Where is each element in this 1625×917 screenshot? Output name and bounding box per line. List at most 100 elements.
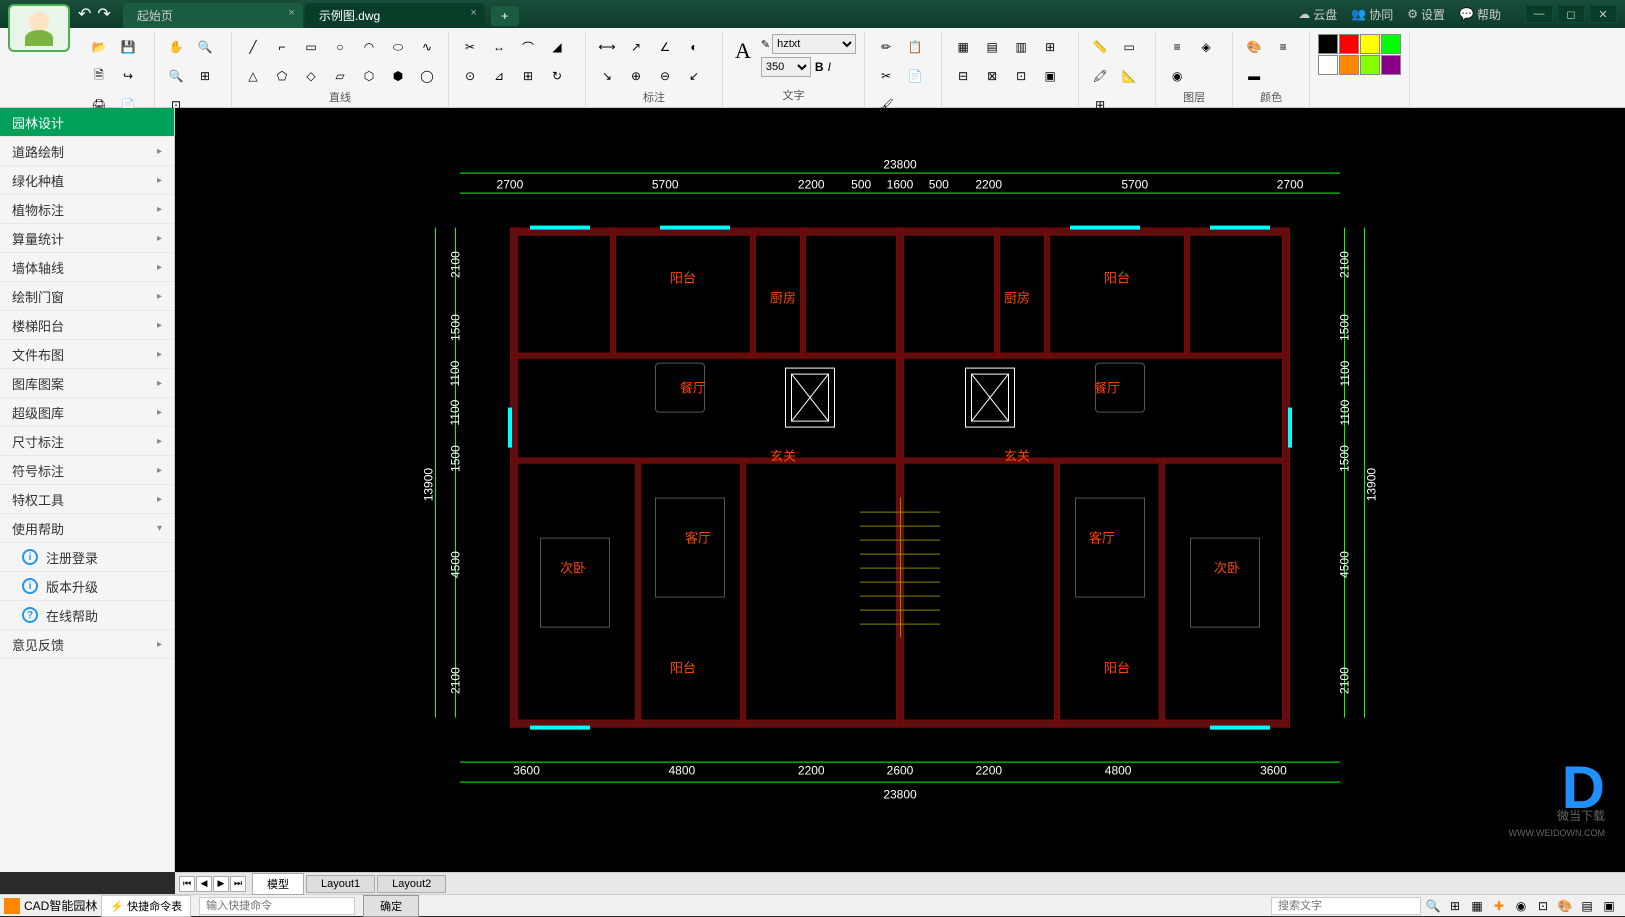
close-button[interactable]: ✕ xyxy=(1589,5,1617,23)
shape1-icon[interactable]: ◇ xyxy=(298,63,324,89)
mirror-icon[interactable]: ⊿ xyxy=(486,63,512,89)
sidebar-item-1[interactable]: 道路绘制▸ xyxy=(0,137,174,166)
settings-button[interactable]: ⚙ 设置 xyxy=(1407,6,1445,23)
arc-icon[interactable]: ◠ xyxy=(356,34,382,60)
layer3-icon[interactable]: ◉ xyxy=(1164,63,1190,89)
shape3-icon[interactable]: ⬡ xyxy=(356,63,382,89)
tab-close-icon[interactable]: × xyxy=(288,7,294,19)
dim4-icon[interactable]: ↙ xyxy=(681,63,707,89)
array-icon[interactable]: ⊞ xyxy=(515,63,541,89)
sidebar-item-12[interactable]: 符号标注▸ xyxy=(0,456,174,485)
font-name-select[interactable]: hztxt xyxy=(772,34,856,54)
drawing-canvas[interactable]: 23800 2700570022005001600500220057002700… xyxy=(175,108,1625,872)
extend-icon[interactable]: ↔ xyxy=(486,34,512,60)
block6-icon[interactable]: ⊠ xyxy=(979,63,1005,89)
block8-icon[interactable]: ▣ xyxy=(1037,63,1063,89)
spline-icon[interactable]: ∿ xyxy=(414,34,440,60)
triangle-icon[interactable]: △ xyxy=(240,63,266,89)
sidebar-item-5[interactable]: 墙体轴线▸ xyxy=(0,253,174,282)
color-swatch[interactable] xyxy=(1360,34,1380,54)
cut-icon[interactable]: ✂ xyxy=(873,63,899,89)
tab-example-dwg[interactable]: 示例图.dwg × xyxy=(305,3,485,28)
open-icon[interactable]: 📂 xyxy=(86,34,112,60)
sidebar-help-login[interactable]: i注册登录 xyxy=(0,543,174,572)
layout-tab-model[interactable]: 模型 xyxy=(252,873,304,895)
sidebar-item-7[interactable]: 楼梯阳台▸ xyxy=(0,311,174,340)
layout-first-button[interactable]: ⏮ xyxy=(179,876,195,892)
color-swatch[interactable] xyxy=(1339,34,1359,54)
sidebar-help-online[interactable]: ?在线帮助 xyxy=(0,601,174,630)
color-wheel-icon[interactable]: 🎨 xyxy=(1241,34,1267,60)
sidebar-item-6[interactable]: 绘制门窗▸ xyxy=(0,282,174,311)
lineweight-icon[interactable]: ▬ xyxy=(1241,63,1267,89)
tab-start[interactable]: 起始页 × xyxy=(123,3,303,28)
status-snap-icon[interactable]: ⊞ xyxy=(1445,897,1465,915)
dim-aligned-icon[interactable]: ↗ xyxy=(623,34,649,60)
block2-icon[interactable]: ▤ xyxy=(979,34,1005,60)
measure2-icon[interactable]: 📐 xyxy=(1116,63,1142,89)
font-size-select[interactable]: 350 xyxy=(761,57,811,77)
polygon-icon[interactable]: ⬠ xyxy=(269,63,295,89)
status-osnap-icon[interactable]: ⊡ xyxy=(1533,897,1553,915)
hand-icon[interactable]: ✋ xyxy=(163,34,189,60)
sidebar-item-8[interactable]: 文件布图▸ xyxy=(0,340,174,369)
command-input[interactable] xyxy=(199,897,355,915)
export-icon[interactable]: ↪ xyxy=(115,63,141,89)
layout-next-button[interactable]: ▶ xyxy=(213,876,229,892)
sidebar-help-upgrade[interactable]: i版本升级 xyxy=(0,572,174,601)
color-swatch[interactable] xyxy=(1360,55,1380,75)
layout-last-button[interactable]: ⏭ xyxy=(230,876,246,892)
sidebar-item-9[interactable]: 图库图案▸ xyxy=(0,369,174,398)
color-swatch[interactable] xyxy=(1318,34,1338,54)
rotate-icon[interactable]: ↻ xyxy=(544,63,570,89)
linetype-icon[interactable]: ≡ xyxy=(1270,34,1296,60)
status-grid-icon[interactable]: ▦ xyxy=(1467,897,1487,915)
block4-icon[interactable]: ⊞ xyxy=(1037,34,1063,60)
color-swatch[interactable] xyxy=(1318,55,1338,75)
layer-icon[interactable]: ≡ xyxy=(1164,34,1190,60)
color-swatch[interactable] xyxy=(1381,55,1401,75)
search-icon[interactable]: 🔍 xyxy=(1423,897,1443,915)
undo-button[interactable]: ↶ xyxy=(78,4,91,24)
fillet-icon[interactable]: ⌒ xyxy=(515,34,541,60)
bold-button[interactable]: B xyxy=(815,60,824,74)
rect-icon[interactable]: ▭ xyxy=(298,34,324,60)
sidebar-item-4[interactable]: 算量统计▸ xyxy=(0,224,174,253)
zoom-window-icon[interactable]: ⊞ xyxy=(192,63,218,89)
sidebar-item-2[interactable]: 绿化种植▸ xyxy=(0,166,174,195)
search-input[interactable] xyxy=(1271,897,1421,915)
line-icon[interactable]: ╱ xyxy=(240,34,266,60)
circle-icon[interactable]: ○ xyxy=(327,34,353,60)
collab-button[interactable]: 👥 协同 xyxy=(1351,6,1393,23)
paste-icon[interactable]: 📄 xyxy=(902,63,928,89)
polyline-icon[interactable]: ⌐ xyxy=(269,34,295,60)
leader-icon[interactable]: ↘ xyxy=(594,63,620,89)
status-model-icon[interactable]: ▣ xyxy=(1599,897,1619,915)
dim3-icon[interactable]: ⊖ xyxy=(652,63,678,89)
cloud-button[interactable]: ☁ 云盘 xyxy=(1298,6,1337,23)
status-lwt-icon[interactable]: ▤ xyxy=(1577,897,1597,915)
dim-angular-icon[interactable]: ∠ xyxy=(652,34,678,60)
tab-add-button[interactable]: + xyxy=(491,6,519,26)
shape4-icon[interactable]: ⬢ xyxy=(385,63,411,89)
minimize-button[interactable]: — xyxy=(1525,5,1553,23)
maximize-button[interactable]: ◻ xyxy=(1557,5,1585,23)
ruler-icon[interactable]: 📏 xyxy=(1087,34,1113,60)
eraser-icon[interactable]: ✏ xyxy=(873,34,899,60)
layer2-icon[interactable]: ◈ xyxy=(1193,34,1219,60)
color-swatch[interactable] xyxy=(1381,34,1401,54)
shortcut-button[interactable]: ⚡ 快捷命令表 xyxy=(101,895,191,917)
chamfer-icon[interactable]: ◢ xyxy=(544,34,570,60)
area-icon[interactable]: ▭ xyxy=(1116,34,1142,60)
text-big-icon[interactable]: A xyxy=(731,34,755,68)
status-ortho-icon[interactable]: ✚ xyxy=(1489,897,1509,915)
sidebar-item-11[interactable]: 尺寸标注▸ xyxy=(0,427,174,456)
status-polar-icon[interactable]: ◉ xyxy=(1511,897,1531,915)
user-avatar[interactable] xyxy=(8,4,70,52)
color-swatch[interactable] xyxy=(1339,55,1359,75)
block3-icon[interactable]: ▥ xyxy=(1008,34,1034,60)
sidebar-item-0[interactable]: 园林设计 xyxy=(0,108,174,137)
dim2-icon[interactable]: ⊕ xyxy=(623,63,649,89)
block1-icon[interactable]: ▦ xyxy=(950,34,976,60)
sidebar-item-10[interactable]: 超级图库▸ xyxy=(0,398,174,427)
